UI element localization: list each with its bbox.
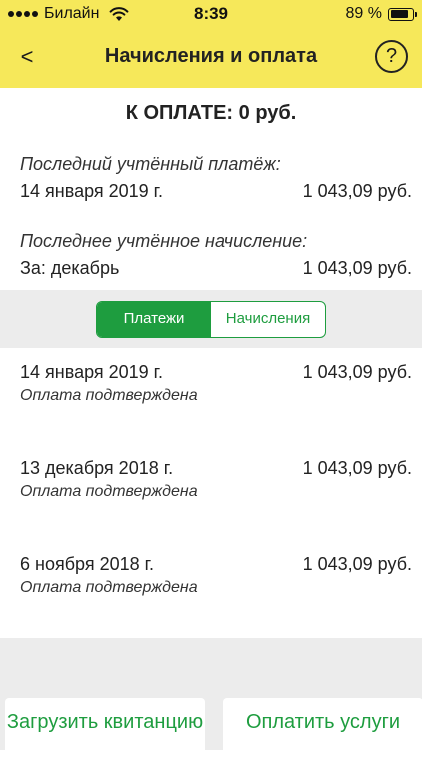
back-button[interactable]: < — [10, 40, 44, 74]
amount-due: К ОПЛАТЕ: 0 руб. — [125, 102, 297, 124]
status-right: 89 % — [345, 5, 417, 23]
payment-status: Оплата подтверждена — [20, 579, 198, 596]
payment-amount: 1 043,09 руб. — [302, 458, 412, 478]
payment-date: 6 ноября 2018 г. — [20, 554, 154, 574]
last-payment-amount: 1 043,09 руб. — [302, 181, 412, 201]
list-item[interactable]: 14 января 2019 г. 1 043,09 руб. Оплата п… — [0, 348, 422, 438]
chevron-left-icon: < — [20, 44, 34, 69]
nav-bar: < Начисления и оплата ? — [0, 28, 422, 88]
last-charge-period: За: декабрь — [20, 258, 120, 278]
payments-list: 14 января 2019 г. 1 043,09 руб. Оплата п… — [0, 348, 422, 638]
list-item[interactable]: 6 ноября 2018 г. 1 043,09 руб. Оплата по… — [0, 540, 422, 630]
payment-amount: 1 043,09 руб. — [302, 362, 412, 382]
page-title: Начисления и оплата — [104, 45, 318, 67]
pay-services-button[interactable]: Оплатить услуги — [223, 698, 422, 768]
battery-percent: 89 % — [345, 5, 382, 22]
upload-receipt-button[interactable]: Загрузить квитанцию — [5, 698, 205, 768]
payment-date: 13 декабря 2018 г. — [20, 458, 174, 478]
tab-charges[interactable]: Начисления — [211, 302, 325, 337]
tab-bar-area: Платежи Начисления — [0, 290, 422, 348]
header: Билайн 8:39 89 % < Начисления и оплата ? — [0, 0, 422, 88]
segmented-control: Платежи Начисления — [96, 301, 326, 338]
help-button[interactable]: ? — [375, 40, 408, 73]
last-payment-date: 14 января 2019 г. — [20, 181, 164, 201]
payment-status: Оплата подтверждена — [20, 483, 198, 500]
summary-section: К ОПЛАТЕ: 0 руб. Последний учтённый плат… — [0, 88, 422, 290]
last-charge-amount: 1 043,09 руб. — [302, 258, 412, 278]
payment-date: 14 января 2019 г. — [20, 362, 164, 382]
payment-status: Оплата подтверждена — [20, 387, 198, 404]
question-circle-icon: ? — [385, 45, 398, 67]
bottom-actions: Загрузить квитанцию Оплатить услуги — [0, 638, 422, 768]
tab-payments[interactable]: Платежи — [97, 302, 211, 337]
last-payment-label: Последний учтённый платёж: — [20, 154, 281, 174]
battery-icon — [388, 7, 417, 21]
status-bar: Билайн 8:39 89 % — [0, 0, 422, 28]
last-charge-label: Последнее учтённое начисление: — [20, 231, 308, 251]
list-item[interactable]: 13 декабря 2018 г. 1 043,09 руб. Оплата … — [0, 444, 422, 534]
payment-amount: 1 043,09 руб. — [302, 554, 412, 574]
battery-level — [390, 10, 409, 18]
